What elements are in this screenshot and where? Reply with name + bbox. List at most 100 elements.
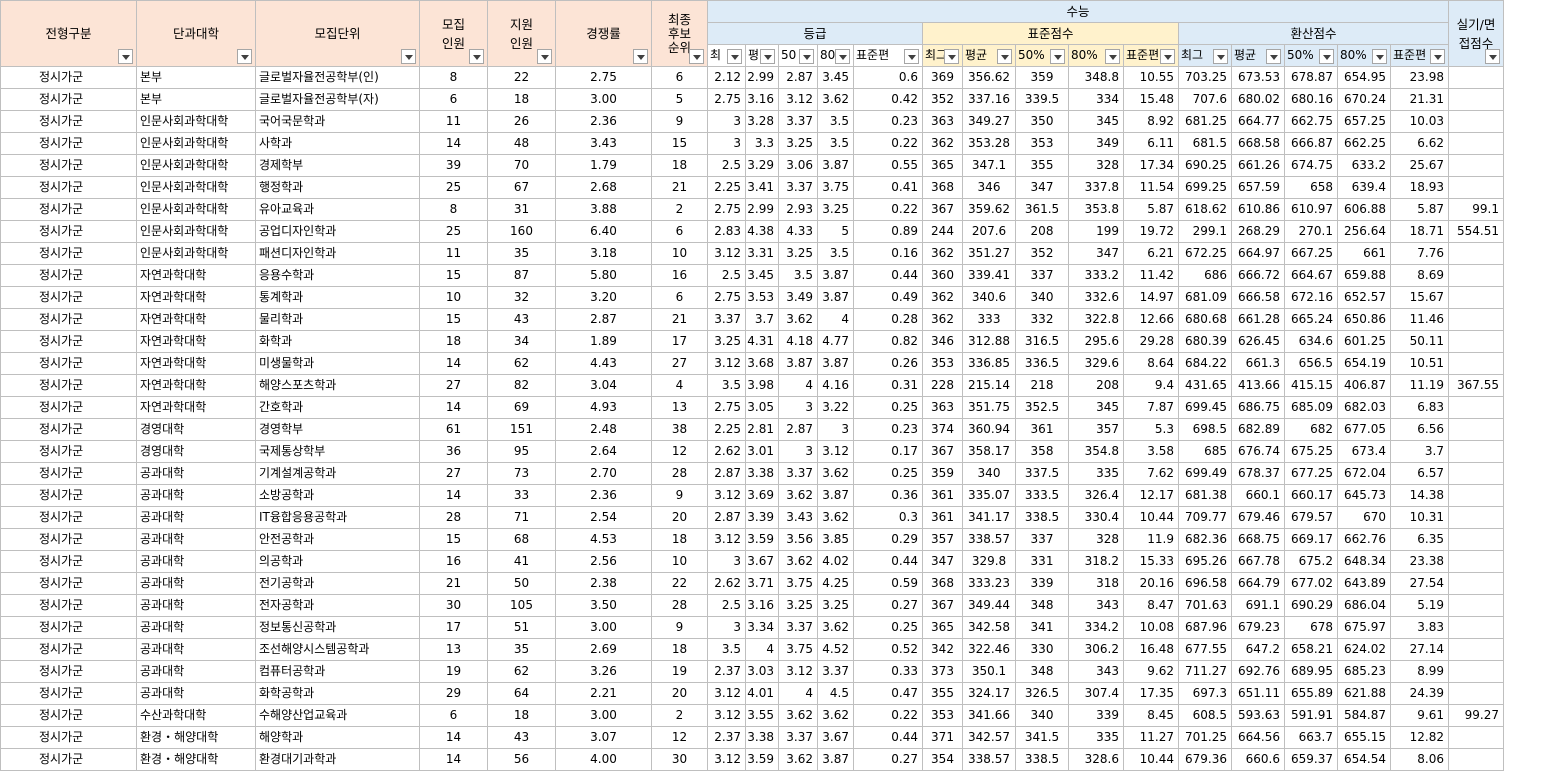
table-cell[interactable]: 361 — [1015, 418, 1069, 441]
table-cell[interactable]: 10.44 — [1123, 506, 1179, 529]
table-cell[interactable]: 664.67 — [1284, 264, 1338, 287]
table-cell[interactable]: 29 — [419, 682, 488, 705]
table-cell[interactable]: 8 — [419, 198, 488, 221]
table-cell[interactable]: 3 — [817, 418, 854, 441]
table-cell[interactable]: 정시가군 — [0, 352, 137, 375]
filter-dropdown-icon[interactable] — [1050, 49, 1065, 64]
table-cell[interactable]: 3.34 — [745, 616, 779, 639]
table-cell[interactable]: 0.82 — [853, 330, 923, 353]
table-cell[interactable]: 354 — [922, 748, 963, 771]
table-cell[interactable]: 3.00 — [555, 616, 652, 639]
table-cell[interactable]: 9.61 — [1390, 704, 1449, 727]
table-cell[interactable]: 689.95 — [1284, 660, 1338, 683]
table-cell[interactable]: 경제학부 — [255, 154, 420, 177]
table-cell[interactable]: 15.67 — [1390, 286, 1449, 309]
filter-dropdown-icon[interactable] — [1319, 49, 1334, 64]
table-cell[interactable]: 4 — [817, 308, 854, 331]
table-cell[interactable]: 685.09 — [1284, 396, 1338, 419]
table-cell[interactable]: 4.31 — [745, 330, 779, 353]
table-cell[interactable]: 21.31 — [1390, 88, 1449, 111]
table-cell[interactable]: 82 — [487, 374, 556, 397]
table-cell[interactable]: 361 — [922, 484, 963, 507]
table-cell[interactable]: 318.2 — [1068, 550, 1124, 573]
table-cell[interactable]: 338.5 — [1015, 748, 1069, 771]
table-cell[interactable]: 3.16 — [745, 88, 779, 111]
table-cell[interactable]: 2.48 — [555, 418, 652, 441]
table-cell[interactable]: 228 — [922, 374, 963, 397]
table-cell[interactable]: 정시가군 — [0, 418, 137, 441]
table-cell[interactable]: 680.16 — [1284, 88, 1338, 111]
table-cell[interactable]: 공과대학 — [136, 572, 256, 595]
table-cell[interactable]: 61 — [419, 418, 488, 441]
table-cell[interactable]: 2.5 — [707, 154, 746, 177]
table-cell[interactable]: 17 — [419, 616, 488, 639]
table-cell[interactable]: 367.55 — [1448, 374, 1504, 397]
table-cell[interactable]: 4.38 — [745, 220, 779, 243]
table-cell[interactable]: 2.99 — [745, 66, 779, 89]
table-cell[interactable]: 3.87 — [817, 154, 854, 177]
table-cell[interactable]: 2.56 — [555, 550, 652, 573]
table-cell[interactable]: 3.37 — [778, 110, 818, 133]
table-cell[interactable]: 9 — [651, 484, 708, 507]
table-cell[interactable]: 3.87 — [817, 264, 854, 287]
table-cell[interactable]: 12 — [651, 726, 708, 749]
table-cell[interactable]: 684.22 — [1178, 352, 1232, 375]
table-cell[interactable]: 자연과학대학 — [136, 396, 256, 419]
table-cell[interactable]: 335 — [1068, 726, 1124, 749]
table-cell[interactable]: 기계설계공학과 — [255, 462, 420, 485]
table-cell[interactable]: 3.12 — [707, 352, 746, 375]
table-cell[interactable]: 652.57 — [1337, 286, 1391, 309]
table-cell[interactable]: 340 — [962, 462, 1016, 485]
table-cell[interactable]: 218 — [1015, 374, 1069, 397]
table-cell[interactable]: 0.47 — [853, 682, 923, 705]
table-cell[interactable]: 362 — [922, 308, 963, 331]
table-cell[interactable]: 3.41 — [745, 176, 779, 199]
table-cell[interactable]: 338.5 — [1015, 506, 1069, 529]
table-cell[interactable]: 14 — [419, 726, 488, 749]
table-cell[interactable]: 87 — [487, 264, 556, 287]
table-cell[interactable]: 3.62 — [817, 88, 854, 111]
table-cell[interactable]: 341.5 — [1015, 726, 1069, 749]
table-cell[interactable]: 41 — [487, 550, 556, 573]
table-cell[interactable]: 3.59 — [745, 748, 779, 771]
table-cell[interactable]: 357 — [1068, 418, 1124, 441]
table-cell[interactable]: 682.36 — [1178, 528, 1232, 551]
table-cell[interactable]: 608.5 — [1178, 704, 1232, 727]
table-cell[interactable]: 363 — [922, 110, 963, 133]
table-cell[interactable]: 356.62 — [962, 66, 1016, 89]
table-cell[interactable]: 3.50 — [555, 594, 652, 617]
table-cell[interactable]: 610.86 — [1231, 198, 1285, 221]
table-cell[interactable]: 696.58 — [1178, 572, 1232, 595]
table-cell[interactable]: 23.38 — [1390, 550, 1449, 573]
header-std-sub-1[interactable]: 평균 — [962, 44, 1016, 67]
table-cell[interactable]: 431.65 — [1178, 374, 1232, 397]
table-cell[interactable]: 정시가군 — [0, 286, 137, 309]
table-cell[interactable]: 4.16 — [817, 374, 854, 397]
table-cell[interactable]: 공과대학 — [136, 616, 256, 639]
table-cell[interactable]: 307.4 — [1068, 682, 1124, 705]
table-cell[interactable]: 681.5 — [1178, 132, 1232, 155]
table-cell[interactable]: 8.99 — [1390, 660, 1449, 683]
table-cell[interactable]: 정시가군 — [0, 242, 137, 265]
table-cell[interactable]: 3.37 — [778, 726, 818, 749]
table-cell[interactable]: 2.5 — [707, 264, 746, 287]
table-cell[interactable]: 4 — [778, 682, 818, 705]
table-cell[interactable]: 413.66 — [1231, 374, 1285, 397]
table-cell[interactable]: 4.93 — [555, 396, 652, 419]
table-cell[interactable]: 368 — [922, 176, 963, 199]
table-cell[interactable]: 19 — [419, 660, 488, 683]
table-cell[interactable]: 18 — [487, 88, 556, 111]
table-cell[interactable]: 의공학과 — [255, 550, 420, 573]
table-cell[interactable]: 654.19 — [1337, 352, 1391, 375]
table-cell[interactable]: 299.1 — [1178, 220, 1232, 243]
table-cell[interactable] — [1448, 110, 1504, 133]
table-cell[interactable]: 270.1 — [1284, 220, 1338, 243]
table-cell[interactable]: 5 — [651, 88, 708, 111]
filter-dropdown-icon[interactable] — [760, 49, 775, 64]
table-cell[interactable]: 415.15 — [1284, 374, 1338, 397]
table-cell[interactable]: 19 — [651, 660, 708, 683]
table-cell[interactable]: 자연과학대학 — [136, 374, 256, 397]
table-cell[interactable]: 8.64 — [1123, 352, 1179, 375]
table-cell[interactable]: 6.11 — [1123, 132, 1179, 155]
header-recruit[interactable]: 모집 인원 — [419, 0, 488, 67]
